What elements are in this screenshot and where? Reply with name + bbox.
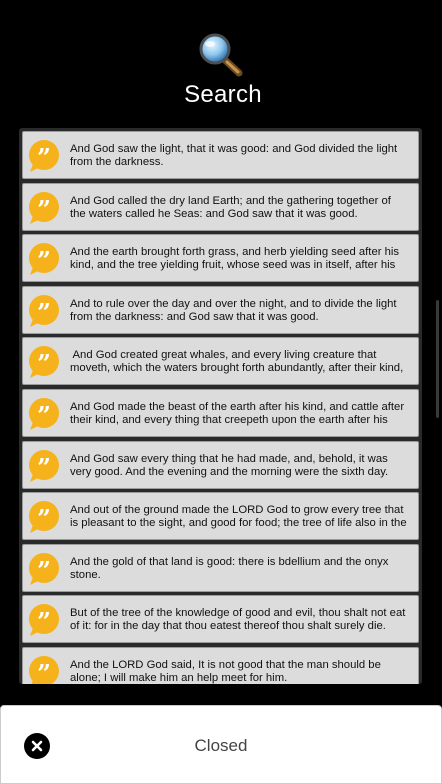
quote-bubble-icon: ” bbox=[29, 552, 59, 585]
list-item-text: And out of the ground made the LORD God … bbox=[70, 504, 407, 530]
list-item[interactable]: ” And God called the dry land Earth; and … bbox=[22, 182, 419, 231]
list-item-text: But of the tree of the knowledge of good… bbox=[70, 607, 406, 633]
svg-text:”: ” bbox=[37, 143, 51, 172]
list-item-text: And God created great whales, and every … bbox=[70, 349, 404, 375]
quote-bubble-icon: ” bbox=[29, 604, 59, 637]
list-item[interactable]: ” But of the tree of the knowledge of goo… bbox=[22, 595, 419, 644]
quote-bubble-icon: ” bbox=[29, 501, 59, 534]
search-results-list[interactable]: ” And God saw the light, that it was good… bbox=[19, 128, 422, 684]
list-item[interactable]: ” And the earth brought forth grass, and … bbox=[22, 234, 419, 283]
list-item[interactable]: ” And God saw the light, that it was good… bbox=[22, 131, 419, 179]
list-item-text: And the LORD God said, It is not good th… bbox=[70, 658, 381, 684]
quote-bubble-icon: ” bbox=[29, 449, 59, 482]
header: Search bbox=[0, 0, 442, 125]
list-item-text: And the earth brought forth grass, and h… bbox=[70, 246, 400, 272]
results-container: ” And God saw the light, that it was good… bbox=[22, 131, 419, 684]
quote-bubble-icon: ” bbox=[29, 140, 59, 172]
list-item-text: And God made the beast of the earth afte… bbox=[70, 400, 405, 426]
svg-text:”: ” bbox=[37, 195, 51, 224]
list-item[interactable]: ” And the LORD God said, It is not good t… bbox=[22, 646, 419, 684]
svg-text:”: ” bbox=[37, 298, 51, 327]
list-item-text: And God saw the light, that it was good:… bbox=[70, 143, 398, 168]
quote-bubble-icon: ” bbox=[29, 294, 59, 327]
bottom-bar: Closed bbox=[0, 705, 442, 784]
magnifier-icon bbox=[199, 33, 243, 77]
svg-text:”: ” bbox=[37, 401, 51, 430]
list-item[interactable]: ” And God made the beast of the earth aft… bbox=[22, 388, 419, 437]
scrollbar[interactable] bbox=[436, 300, 439, 418]
quote-bubble-icon: ” bbox=[29, 655, 59, 684]
page-title: Search bbox=[184, 81, 262, 108]
list-item-text: And God called the dry land Earth; and t… bbox=[70, 194, 391, 220]
quote-bubble-icon: ” bbox=[29, 346, 59, 379]
status-label: Closed bbox=[194, 736, 248, 755]
list-item[interactable]: ” And God saw every thing that he had mad… bbox=[22, 440, 419, 489]
list-item[interactable]: ” And the gold of that land is good: ther… bbox=[22, 543, 419, 592]
svg-text:”: ” bbox=[37, 246, 51, 275]
list-item[interactable]: ” And to rule over the day and over the n… bbox=[22, 285, 419, 334]
svg-text:”: ” bbox=[37, 607, 51, 636]
svg-text:”: ” bbox=[37, 453, 51, 482]
list-item-text: And God saw every thing that he had made… bbox=[70, 452, 389, 478]
svg-text:”: ” bbox=[37, 659, 51, 684]
list-item-text: And to rule over the day and over the ni… bbox=[70, 297, 397, 323]
quote-bubble-icon: ” bbox=[29, 243, 59, 276]
svg-text:”: ” bbox=[37, 349, 51, 378]
svg-text:”: ” bbox=[37, 556, 51, 585]
quote-bubble-icon: ” bbox=[29, 191, 59, 224]
list-item-text: And the gold of that land is good: there… bbox=[70, 555, 389, 581]
list-item[interactable]: ” And God created great whales, and ever… bbox=[22, 337, 419, 386]
svg-text:”: ” bbox=[37, 504, 51, 533]
quote-bubble-icon: ” bbox=[29, 397, 59, 430]
list-item[interactable]: ” And out of the ground made the LORD God… bbox=[22, 492, 419, 541]
